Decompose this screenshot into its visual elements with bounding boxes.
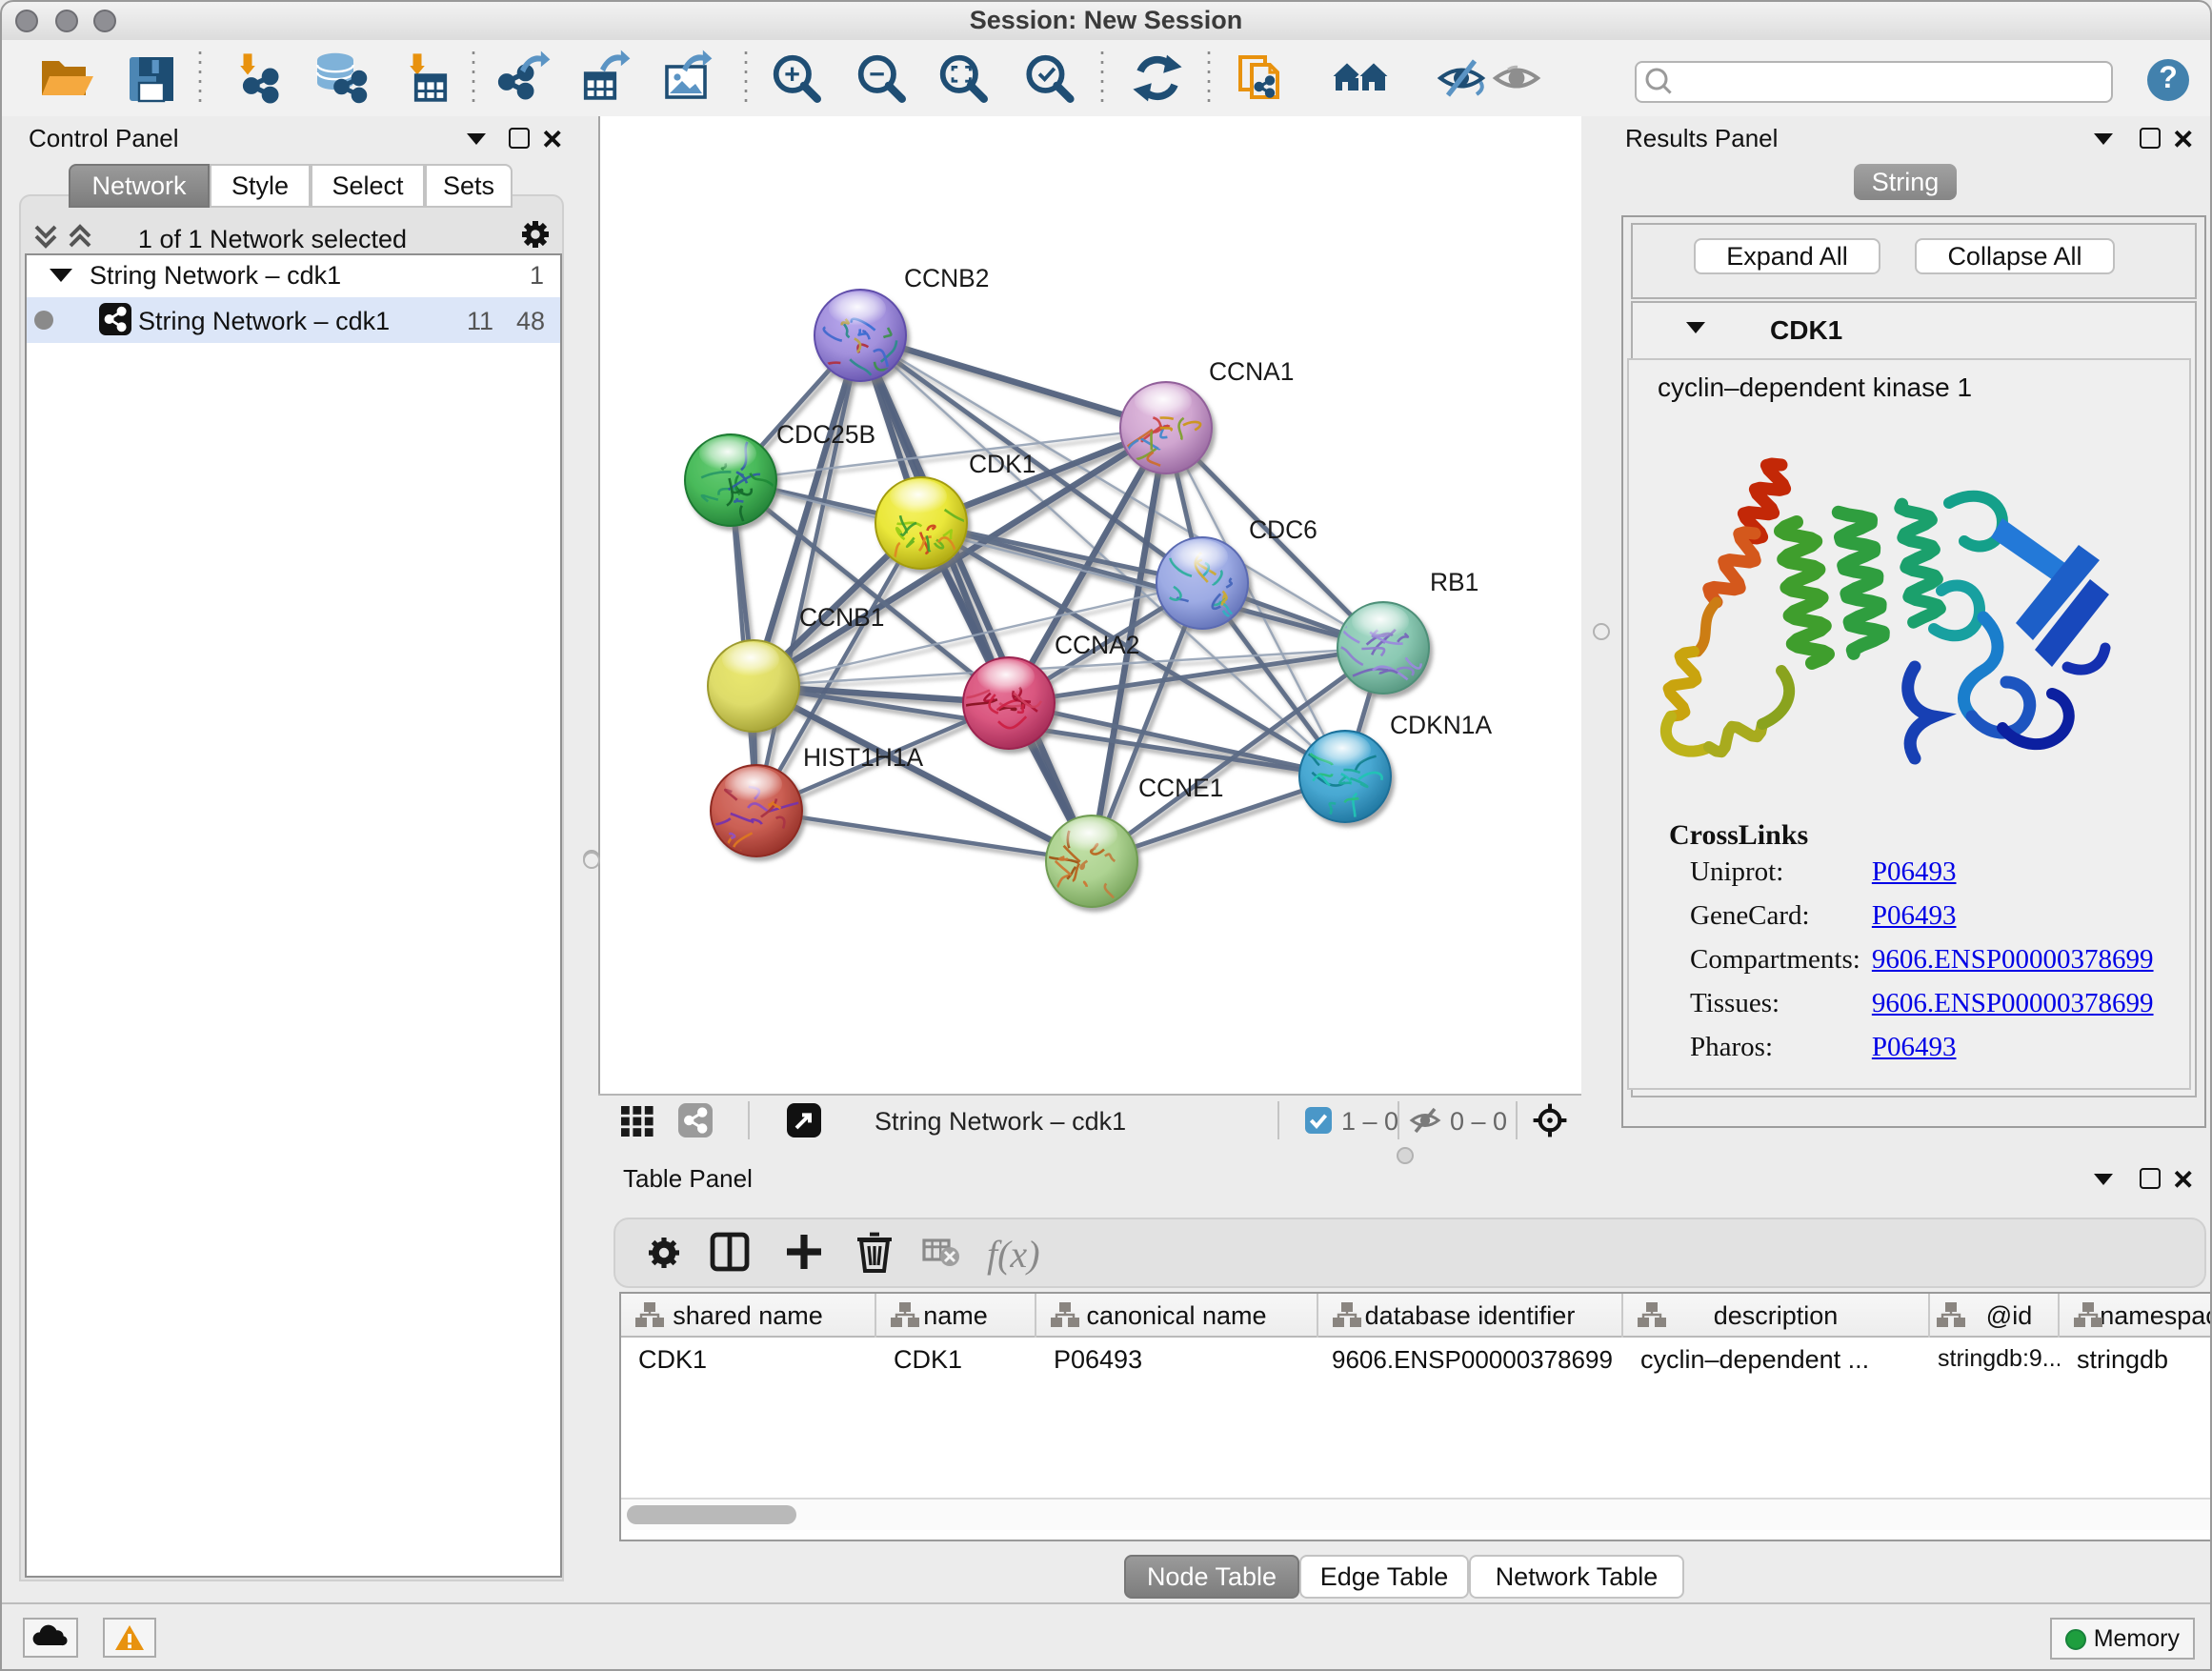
svg-text:CCNA1: CCNA1 bbox=[1209, 357, 1294, 386]
svg-text:CCNB1: CCNB1 bbox=[799, 603, 884, 632]
svg-text:CDC25B: CDC25B bbox=[776, 420, 875, 449]
svg-text:HIST1H1A: HIST1H1A bbox=[803, 743, 924, 772]
svg-text:CCNA2: CCNA2 bbox=[1055, 631, 1139, 659]
svg-text:String Network – cdk1: String Network – cdk1 bbox=[875, 1107, 1126, 1136]
svg-text:f(x): f(x) bbox=[987, 1233, 1040, 1276]
svg-text:CDKN1A: CDKN1A bbox=[1390, 711, 1492, 739]
svg-text:1 of 1 Network selected: 1 of 1 Network selected bbox=[138, 225, 407, 253]
svg-text:CCNE1: CCNE1 bbox=[1138, 774, 1223, 802]
svg-text:0 – 0: 0 – 0 bbox=[1450, 1107, 1507, 1136]
svg-text:1 – 0: 1 – 0 bbox=[1341, 1107, 1398, 1136]
svg-text:CDK1: CDK1 bbox=[969, 450, 1036, 478]
svg-text:CCNB2: CCNB2 bbox=[904, 264, 989, 292]
svg-text:RB1: RB1 bbox=[1430, 568, 1478, 596]
svg-text:CDC6: CDC6 bbox=[1249, 515, 1317, 544]
